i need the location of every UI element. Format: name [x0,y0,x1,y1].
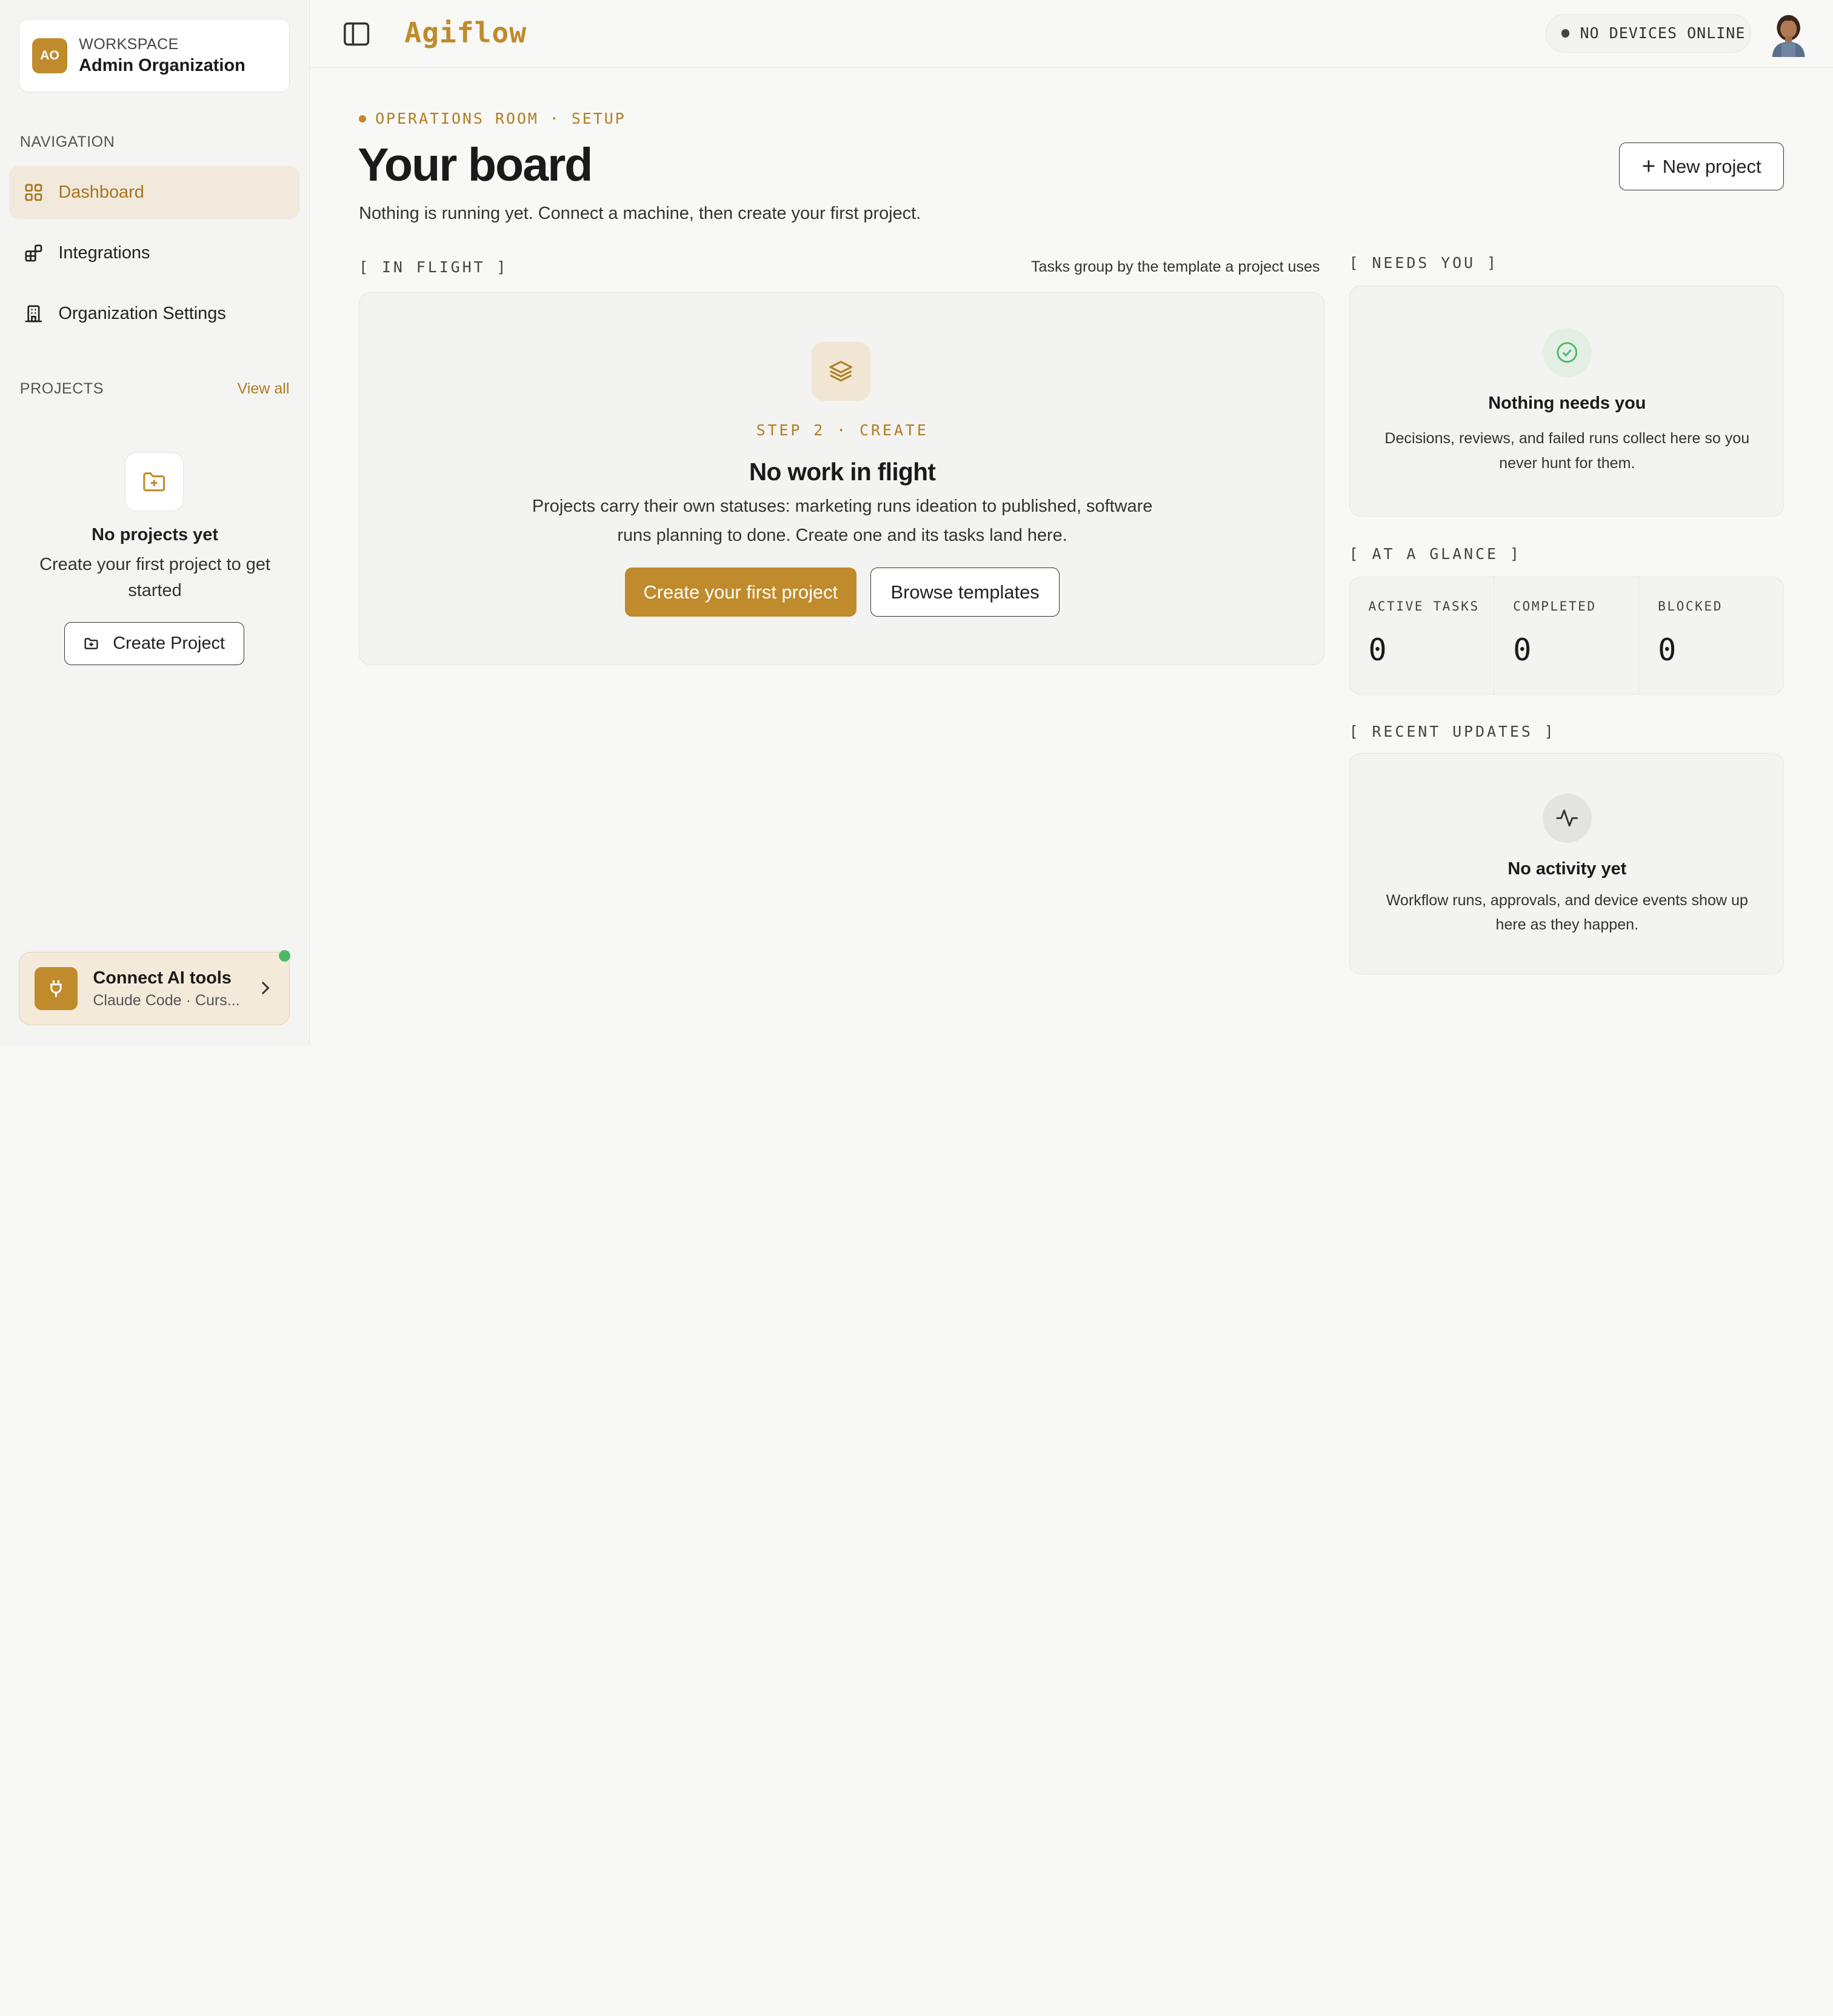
sidebar: AO WORKSPACE Admin Organization NAVIGATI… [0,0,310,1046]
workspace-switcher[interactable]: AO WORKSPACE Admin Organization [18,18,290,93]
page-subtitle: Nothing is running yet. Connect a machin… [359,203,921,223]
plus-icon: + [1641,153,1656,179]
at-a-glance-card: ACTIVE TASKS 0 COMPLETED 0 BLOCKED 0 [1349,576,1785,695]
breadcrumb-dot [359,115,366,122]
new-project-label: New project [1662,155,1761,177]
needs-you-description: Decisions, reviews, and failed runs coll… [1384,430,1750,472]
needs-you-label: [ NEEDS YOU ] [1349,253,1498,272]
workspace-name: Admin Organization [79,55,245,75]
projects-label: PROJECTS [19,380,104,397]
page-title: Your board [358,138,593,191]
sidebar-item-label: Dashboard [58,182,144,202]
avatar[interactable] [1766,10,1811,58]
devices-status-badge[interactable]: NO DEVICES ONLINE [1545,14,1752,53]
status-dot [1561,29,1570,38]
plug-icon [34,966,78,1011]
layers-icon [812,342,870,401]
grid-icon [24,182,45,203]
folder-plus-icon [84,636,99,651]
recent-updates-card: No activity yet Workflow runs, approvals… [1349,753,1785,974]
sidebar-item-dashboard[interactable]: Dashboard [9,166,299,219]
no-projects-title: No projects yet [92,524,218,544]
create-first-project-button[interactable]: Create your first project [624,568,856,617]
stat-value: 0 [1658,632,1677,668]
needs-you-title: Nothing needs you [1488,393,1646,413]
stat-active-tasks: ACTIVE TASKS 0 [1350,577,1495,694]
connect-title: Connect AI tools [93,968,232,988]
in-flight-description: Projects carry their own statuses: marke… [532,497,1153,546]
sidebar-item-organization-settings[interactable]: Organization Settings [9,287,299,340]
building-icon [24,303,45,324]
stat-completed: COMPLETED 0 [1494,577,1640,694]
at-a-glance-label: [ AT A GLANCE ] [1349,544,1521,563]
recent-updates-description: Workflow runs, approvals, and device eve… [1386,891,1748,934]
create-project-button[interactable]: Create Project [64,622,245,666]
activity-icon [1542,793,1592,843]
in-flight-card: STEP 2 · CREATE No work in flight Projec… [359,292,1325,666]
view-all-link[interactable]: View all [238,380,290,398]
no-projects-subtitle: Create your first project to get started [39,555,270,600]
devices-status-label: NO DEVICES ONLINE [1580,24,1746,42]
breadcrumb-text: OPERATIONS ROOM · SETUP [375,110,626,128]
in-flight-label: [ IN FLIGHT ] [359,258,509,276]
stat-label: ACTIVE TASKS [1368,599,1480,615]
stat-label: COMPLETED [1513,599,1597,615]
browse-templates-button[interactable]: Browse templates [870,568,1060,617]
breadcrumb: OPERATIONS ROOM · SETUP [359,110,626,127]
create-project-label: Create Project [113,634,225,654]
in-flight-title: No work in flight [749,458,936,486]
stat-value: 0 [1513,632,1532,668]
workspace-avatar: AO [32,38,67,73]
sidebar-toggle-icon[interactable] [342,20,370,53]
stat-blocked: BLOCKED 0 [1639,577,1783,694]
app-root: AO WORKSPACE Admin Organization NAVIGATI… [0,0,1833,1046]
sidebar-item-label: Integrations [58,243,150,263]
new-project-button[interactable]: + New project [1619,142,1785,191]
needs-you-card: Nothing needs you Decisions, reviews, an… [1349,285,1785,517]
sidebar-item-label: Organization Settings [58,304,226,324]
recent-updates-title: No activity yet [1507,859,1627,879]
blocks-icon [24,243,45,264]
sidebar-item-integrations[interactable]: Integrations [9,227,299,280]
stat-value: 0 [1368,632,1387,668]
in-flight-note: Tasks group by the template a project us… [1031,258,1320,276]
stat-label: BLOCKED [1658,599,1723,615]
topbar: Agiflow NO DEVICES ONLINE [310,0,1833,68]
connect-ai-tools-card[interactable]: Connect AI tools Claude Code · Curs... [18,951,290,1026]
navigation-label: NAVIGATION [19,133,115,150]
step-label: STEP 2 · CREATE [756,421,929,440]
workspace-label: WORKSPACE [79,35,179,53]
recent-updates-label: [ RECENT UPDATES ] [1349,722,1556,740]
folder-plus-icon [125,452,184,511]
chevron-right-icon [259,979,270,1001]
brand-logo: Agiflow [404,16,527,49]
connect-subtitle: Claude Code · Curs... [93,991,240,1009]
check-circle-icon [1542,328,1592,377]
